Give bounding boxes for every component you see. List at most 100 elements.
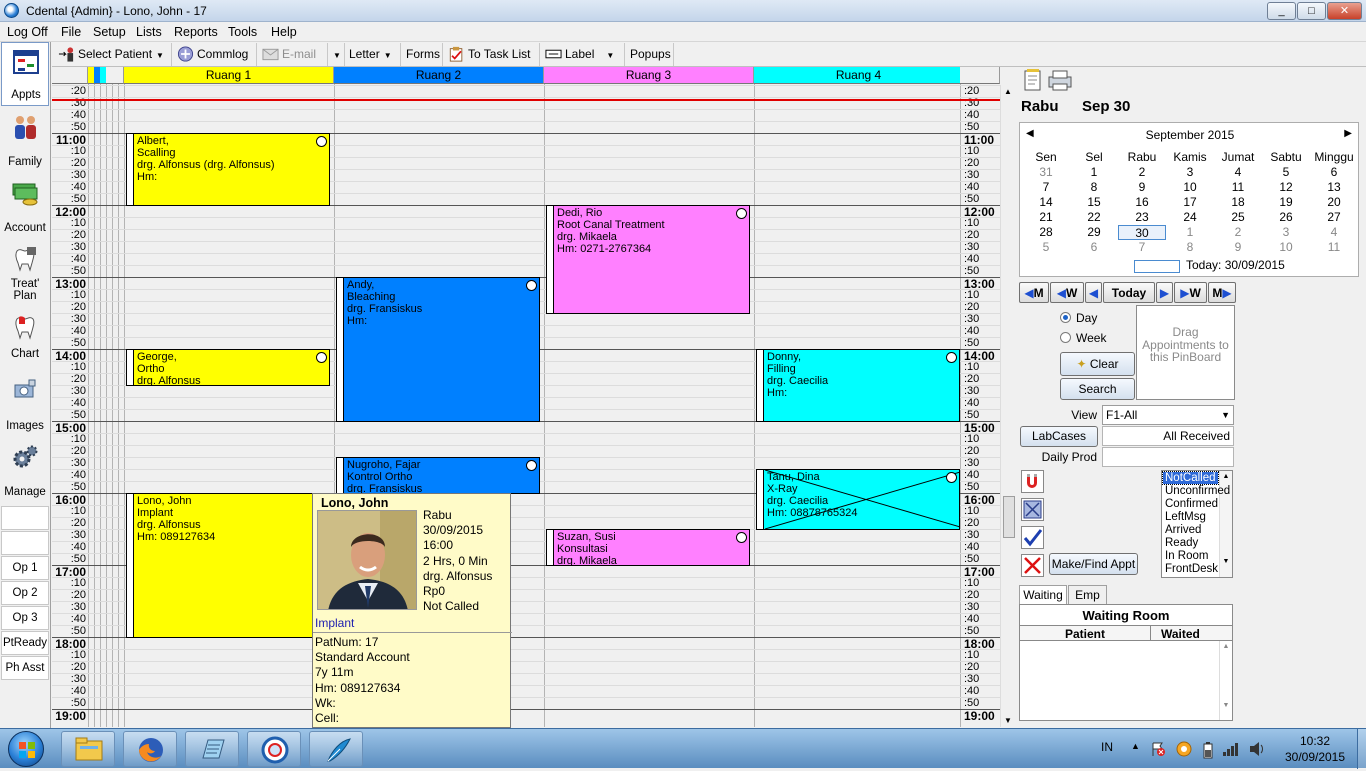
col-waited[interactable]: Waited	[1161, 627, 1200, 641]
scroll-up-icon[interactable]: ▲	[1220, 643, 1232, 650]
labcases-button[interactable]: LabCases	[1020, 426, 1098, 447]
next-week-button[interactable]: ▶W	[1174, 282, 1207, 303]
clock-time[interactable]: 10:32	[1290, 734, 1340, 748]
search-button[interactable]: Search	[1060, 378, 1135, 400]
calendar-day[interactable]: 6	[1310, 165, 1358, 180]
calendar-day[interactable]: 3	[1166, 165, 1214, 180]
letter-button[interactable]: Letter ▼	[345, 43, 401, 66]
blank-side-button-2[interactable]	[1, 531, 49, 555]
op2-button[interactable]: Op 2	[1, 581, 49, 605]
mini-calendar[interactable]: ◀ September 2015 ▶ Sen Sel Rabu Kamis Jumat S…	[1019, 122, 1359, 277]
time-slot[interactable]	[52, 217, 1000, 229]
app-icon[interactable]	[4, 3, 19, 18]
show-hidden-icons[interactable]: ▲	[1131, 741, 1140, 751]
label-button[interactable]: Label ▼	[541, 43, 625, 66]
status-option[interactable]: Unconfirmed	[1165, 485, 1230, 497]
battery-icon[interactable]	[1202, 741, 1214, 759]
op3-button[interactable]: Op 3	[1, 606, 49, 630]
chevron-down-icon[interactable]: ▼	[384, 51, 392, 60]
menu-file[interactable]: File	[61, 25, 81, 39]
calendar-day[interactable]: 25	[1214, 210, 1262, 225]
op1-button[interactable]: Op 1	[1, 556, 49, 580]
calendar-day[interactable]: 30	[1118, 225, 1166, 240]
calendar-day[interactable]: 24	[1166, 210, 1214, 225]
close-button[interactable]: ✕	[1327, 2, 1362, 20]
time-slot[interactable]	[52, 253, 1000, 265]
calendar-day[interactable]: 5	[1022, 240, 1070, 255]
time-slot[interactable]	[52, 445, 1000, 457]
delete-button[interactable]	[1021, 554, 1044, 577]
module-treat-plan[interactable]: Treat' Plan	[1, 240, 49, 306]
calendar-day[interactable]: 15	[1070, 195, 1118, 210]
appointment-schedule[interactable]: Ruang 1 Ruang 2 Ruang 3 Ruang 4 :20:20:3…	[52, 67, 1000, 727]
unschedule-button[interactable]	[1021, 498, 1044, 521]
next-month-button[interactable]: M▶	[1208, 282, 1236, 303]
time-slot[interactable]	[52, 661, 1000, 673]
calendar-day[interactable]: 18	[1214, 195, 1262, 210]
time-slot[interactable]	[52, 637, 1000, 649]
calendar-day[interactable]: 22	[1070, 210, 1118, 225]
calendar-day[interactable]: 4	[1310, 225, 1358, 240]
calendar-day[interactable]: 2	[1214, 225, 1262, 240]
scroll-thumb[interactable]	[1003, 496, 1015, 538]
time-slot[interactable]	[52, 433, 1000, 445]
scroll-down-icon[interactable]: ▼	[1004, 716, 1012, 725]
chevron-down-icon[interactable]: ▼	[606, 51, 614, 60]
status-option[interactable]: Confirmed	[1165, 498, 1218, 510]
today-button[interactable]: Today	[1103, 282, 1155, 303]
module-chart[interactable]: Chart	[1, 308, 49, 364]
calendar-day[interactable]: 20	[1310, 195, 1358, 210]
maximize-button[interactable]: □	[1297, 2, 1326, 20]
tab-waiting[interactable]: Waiting	[1019, 585, 1067, 605]
status-option[interactable]: LeftMsg	[1165, 511, 1206, 523]
email-dropdown[interactable]: ▼	[329, 43, 345, 66]
calendar-day[interactable]: 21	[1022, 210, 1070, 225]
time-slot[interactable]	[52, 121, 1000, 133]
scroll-down-icon[interactable]: ▼	[1220, 702, 1232, 709]
calendar-day[interactable]: 3	[1262, 225, 1310, 240]
taskbar-firefox[interactable]	[123, 731, 177, 767]
calendar-day[interactable]: 11	[1214, 180, 1262, 195]
time-slot[interactable]	[52, 85, 1000, 97]
menu-reports[interactable]: Reports	[174, 25, 218, 39]
select-patient-button[interactable]: Select Patient ▼	[54, 43, 172, 66]
calendar-day[interactable]: 7	[1118, 240, 1166, 255]
calendar-day[interactable]: 28	[1022, 225, 1070, 240]
scroll-up-icon[interactable]: ▲	[1004, 87, 1012, 96]
taskbar-notepad[interactable]	[185, 731, 239, 767]
notes-icon[interactable]	[1022, 69, 1044, 91]
next-day-button[interactable]: ▶	[1156, 282, 1173, 303]
calendar-day[interactable]: 2	[1118, 165, 1166, 180]
appointment-block[interactable]: Suzan, Susi Konsultasi drg. Mikaela	[546, 529, 750, 566]
calendar-day[interactable]: 10	[1262, 240, 1310, 255]
time-slot[interactable]	[52, 109, 1000, 121]
prev-day-button[interactable]: ◀	[1085, 282, 1102, 303]
time-slot[interactable]	[52, 685, 1000, 697]
today-label[interactable]: Today: 30/09/2015	[1186, 258, 1285, 272]
calendar-day[interactable]: 14	[1022, 195, 1070, 210]
status-option[interactable]: Arrived	[1165, 524, 1201, 536]
schedule-scrollbar[interactable]: ▲ ▼	[1000, 85, 1016, 727]
module-family[interactable]: Family	[1, 108, 49, 172]
start-button[interactable]	[8, 731, 44, 767]
taskbar-explorer[interactable]	[61, 731, 115, 767]
menu-lists[interactable]: Lists	[136, 25, 162, 39]
calendar-day[interactable]: 16	[1118, 195, 1166, 210]
appointment-block[interactable]: George, Ortho drg. Alfonsus	[126, 349, 330, 386]
appointment-block[interactable]: Andy, Bleaching drg. Fransiskus Hm:	[336, 277, 540, 422]
view-select[interactable]: F1-All ▼	[1102, 405, 1234, 425]
clear-button[interactable]: ✦ Clear	[1060, 352, 1135, 376]
action-center-flag-icon[interactable]	[1150, 741, 1166, 757]
time-slot[interactable]	[52, 229, 1000, 241]
input-language[interactable]: IN	[1101, 740, 1113, 754]
calendar-day[interactable]: 31	[1022, 165, 1070, 180]
appointment-block[interactable]: Lono, John Implant drg. Alfonsus Hm: 089127…	[126, 493, 330, 638]
tab-emp[interactable]: Emp	[1068, 585, 1107, 605]
calendar-day[interactable]: 19	[1262, 195, 1310, 210]
menu-setup[interactable]: Setup	[93, 25, 126, 39]
op-header-ruang-2[interactable]: Ruang 2	[334, 67, 544, 84]
calendar-day[interactable]: 27	[1310, 210, 1358, 225]
clock-date[interactable]: 30/09/2015	[1280, 750, 1350, 764]
taskbar-cdental[interactable]	[247, 731, 301, 767]
waiting-room-scrollbar[interactable]: ▲ ▼	[1219, 641, 1232, 720]
